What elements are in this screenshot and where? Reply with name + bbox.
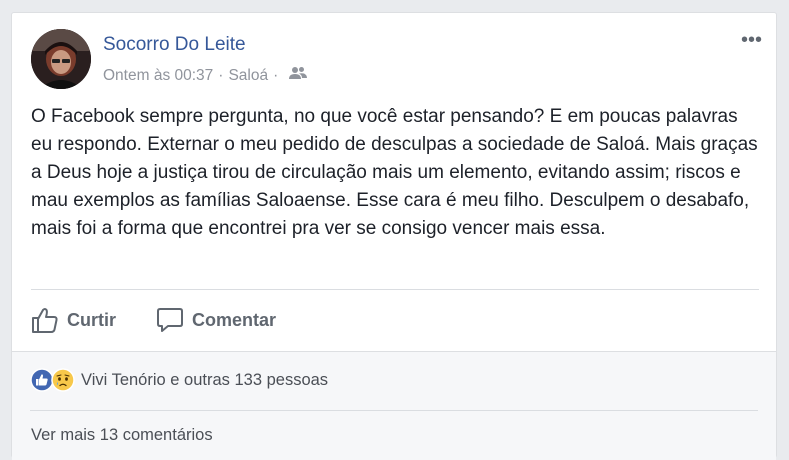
reactions-summary-text: Vivi Tenório e outras 133 pessoas <box>81 370 329 389</box>
friends-icon[interactable] <box>289 66 308 85</box>
thumbs-up-icon <box>32 308 58 333</box>
sad-reaction-icon <box>51 368 75 392</box>
post-footer: Vivi Tenório e outras 133 pessoas Ver ma… <box>12 351 776 460</box>
meta-separator-2: · <box>273 66 279 84</box>
post-timestamp[interactable]: Ontem às 00:37 <box>103 67 213 85</box>
post-location[interactable]: Saloá <box>228 67 268 85</box>
author-name[interactable]: Socorro Do Leite <box>103 34 246 56</box>
post-body-text: O Facebook sempre pergunta, no que você … <box>31 106 758 239</box>
author-avatar[interactable] <box>31 29 91 89</box>
comment-button[interactable]: Comentar <box>156 306 276 334</box>
meta-separator: · <box>218 66 224 84</box>
like-label: Curtir <box>67 309 116 330</box>
more-options-button[interactable]: ••• <box>741 30 762 50</box>
avatar-photo <box>31 29 91 89</box>
view-more-comments-link[interactable]: Ver mais 13 comentários <box>31 426 213 445</box>
speech-bubble-icon <box>157 308 183 332</box>
post-actions: Curtir Comentar <box>31 303 276 337</box>
reactions-summary[interactable]: Vivi Tenório e outras 133 pessoas <box>30 368 328 392</box>
divider <box>31 289 759 290</box>
post-card: Socorro Do Leite Ontem às 00:37 · Saloá … <box>11 12 777 460</box>
post-meta: Ontem às 00:37 · Saloá · <box>103 66 308 85</box>
like-button[interactable]: Curtir <box>31 306 116 334</box>
comment-label: Comentar <box>192 309 277 330</box>
divider <box>30 410 758 411</box>
